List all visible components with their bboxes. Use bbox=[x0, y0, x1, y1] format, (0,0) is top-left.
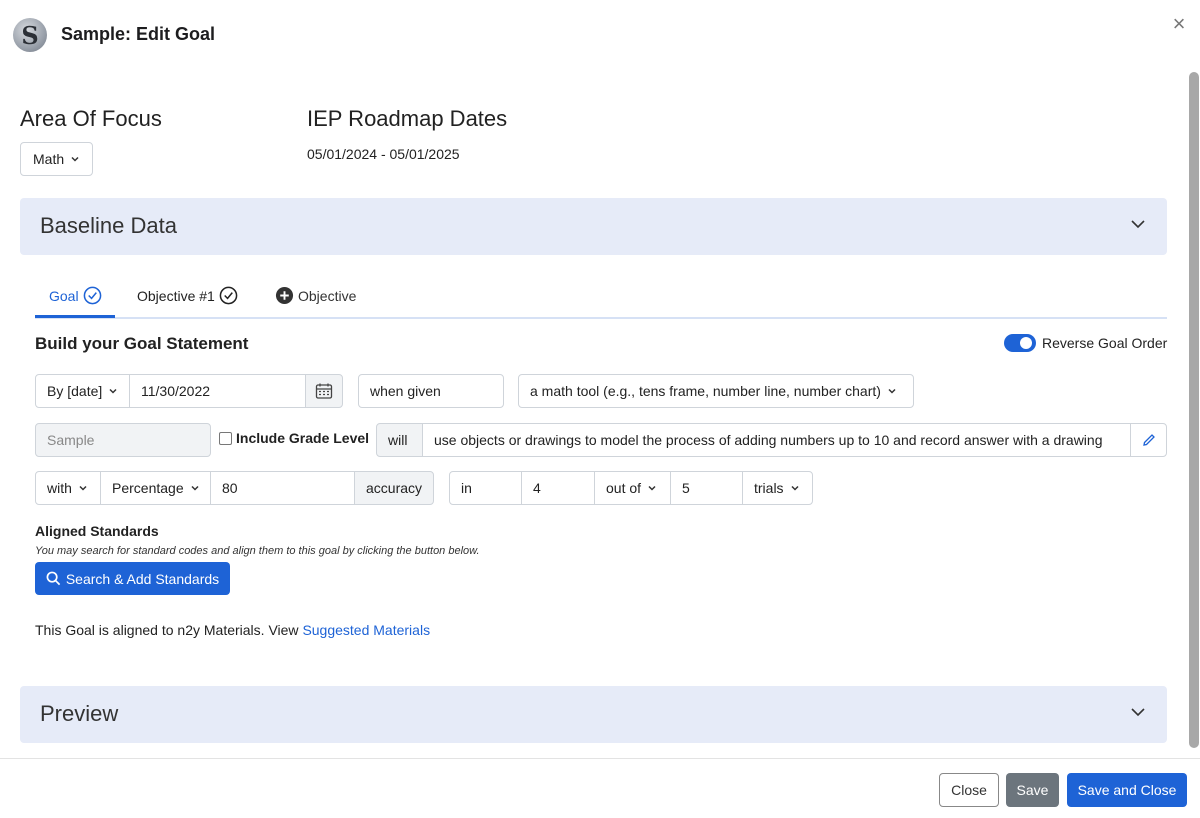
plus-circle-icon bbox=[275, 286, 294, 305]
chevron-down-icon bbox=[79, 485, 87, 491]
preview-title: Preview bbox=[40, 701, 119, 726]
modal-title: Sample: Edit Goal bbox=[61, 24, 216, 44]
reverse-goal-order-label: Reverse Goal Order bbox=[1042, 335, 1168, 351]
pencil-icon bbox=[1143, 434, 1155, 446]
save-and-close-button[interactable]: Save and Close bbox=[1067, 773, 1187, 807]
include-grade-level[interactable]: Include Grade Level bbox=[219, 430, 369, 446]
goal-statement-input[interactable]: use objects or drawings to model the pro… bbox=[422, 423, 1131, 457]
toggle-knob bbox=[1020, 337, 1032, 349]
out-of-select[interactable]: out of bbox=[594, 471, 671, 505]
goal-date-input[interactable]: 11/30/2022 bbox=[129, 374, 306, 408]
preview-panel[interactable]: Preview bbox=[20, 686, 1167, 743]
close-icon[interactable]: × bbox=[1168, 13, 1190, 36]
calendar-icon bbox=[315, 383, 333, 399]
aligned-standards-subtitle: You may search for standard codes and al… bbox=[35, 545, 480, 557]
tab-goal[interactable]: Goal bbox=[49, 286, 102, 305]
iep-dates-value: 05/01/2024 - 05/01/2025 bbox=[307, 146, 460, 162]
in-label: in bbox=[449, 471, 522, 505]
chevron-down-icon bbox=[888, 388, 896, 394]
close-button[interactable]: Close bbox=[939, 773, 999, 807]
include-grade-checkbox[interactable] bbox=[219, 431, 232, 445]
chevron-down-icon[interactable] bbox=[1128, 214, 1148, 234]
calendar-button[interactable] bbox=[305, 374, 343, 408]
footer-divider bbox=[0, 758, 1200, 759]
modal-header: S Sample: Edit Goal × bbox=[0, 0, 1200, 70]
iep-dates-heading: IEP Roadmap Dates bbox=[307, 106, 508, 131]
with-select[interactable]: with bbox=[35, 471, 101, 505]
will-label: will bbox=[376, 423, 423, 457]
chevron-down-icon bbox=[109, 388, 117, 394]
measure-select[interactable]: Percentage bbox=[100, 471, 211, 505]
avatar: S bbox=[13, 18, 47, 52]
chevron-down-icon bbox=[191, 485, 199, 491]
search-icon bbox=[46, 571, 61, 586]
save-button[interactable]: Save bbox=[1006, 773, 1059, 807]
aligned-materials-text: This Goal is aligned to n2y Materials. V… bbox=[35, 622, 431, 638]
chevron-down-icon bbox=[648, 485, 656, 491]
check-circle-icon bbox=[219, 286, 238, 305]
when-given-input[interactable]: when given bbox=[358, 374, 504, 408]
add-objective-tab[interactable]: Objective bbox=[275, 286, 356, 305]
chevron-down-icon[interactable] bbox=[1128, 702, 1148, 722]
check-circle-icon bbox=[83, 286, 101, 305]
math-tool-select[interactable]: a math tool (e.g., tens frame, number li… bbox=[518, 374, 914, 408]
trials-select[interactable]: trials bbox=[742, 471, 813, 505]
area-of-focus-heading: Area Of Focus bbox=[20, 106, 162, 131]
goal-tabs: Goal Objective #1 Objective bbox=[35, 278, 1167, 319]
active-tab-indicator bbox=[35, 315, 115, 318]
aligned-standards-title: Aligned Standards bbox=[35, 523, 159, 539]
area-of-focus-select[interactable]: Math bbox=[20, 142, 93, 176]
student-name-input[interactable]: Sample bbox=[35, 423, 211, 457]
search-add-standards-button[interactable]: Search & Add Standards bbox=[35, 562, 230, 595]
by-date-select[interactable]: By [date] bbox=[35, 374, 130, 408]
accuracy-value-input[interactable]: 80 bbox=[210, 471, 355, 505]
suggested-materials-link[interactable]: Suggested Materials bbox=[302, 622, 430, 638]
tab-objective-1[interactable]: Objective #1 bbox=[137, 286, 238, 305]
baseline-data-panel[interactable]: Baseline Data bbox=[20, 198, 1167, 255]
accuracy-label: accuracy bbox=[354, 471, 434, 505]
build-goal-title: Build your Goal Statement bbox=[35, 334, 249, 353]
baseline-data-title: Baseline Data bbox=[40, 213, 177, 238]
trial-count-input[interactable]: 4 bbox=[521, 471, 595, 505]
chevron-down-icon bbox=[71, 156, 79, 162]
edit-statement-button[interactable] bbox=[1130, 423, 1167, 457]
trial-total-input[interactable]: 5 bbox=[670, 471, 743, 505]
chevron-down-icon bbox=[791, 485, 799, 491]
scrollbar-thumb[interactable] bbox=[1189, 72, 1199, 748]
reverse-goal-order-toggle[interactable] bbox=[1004, 334, 1036, 352]
